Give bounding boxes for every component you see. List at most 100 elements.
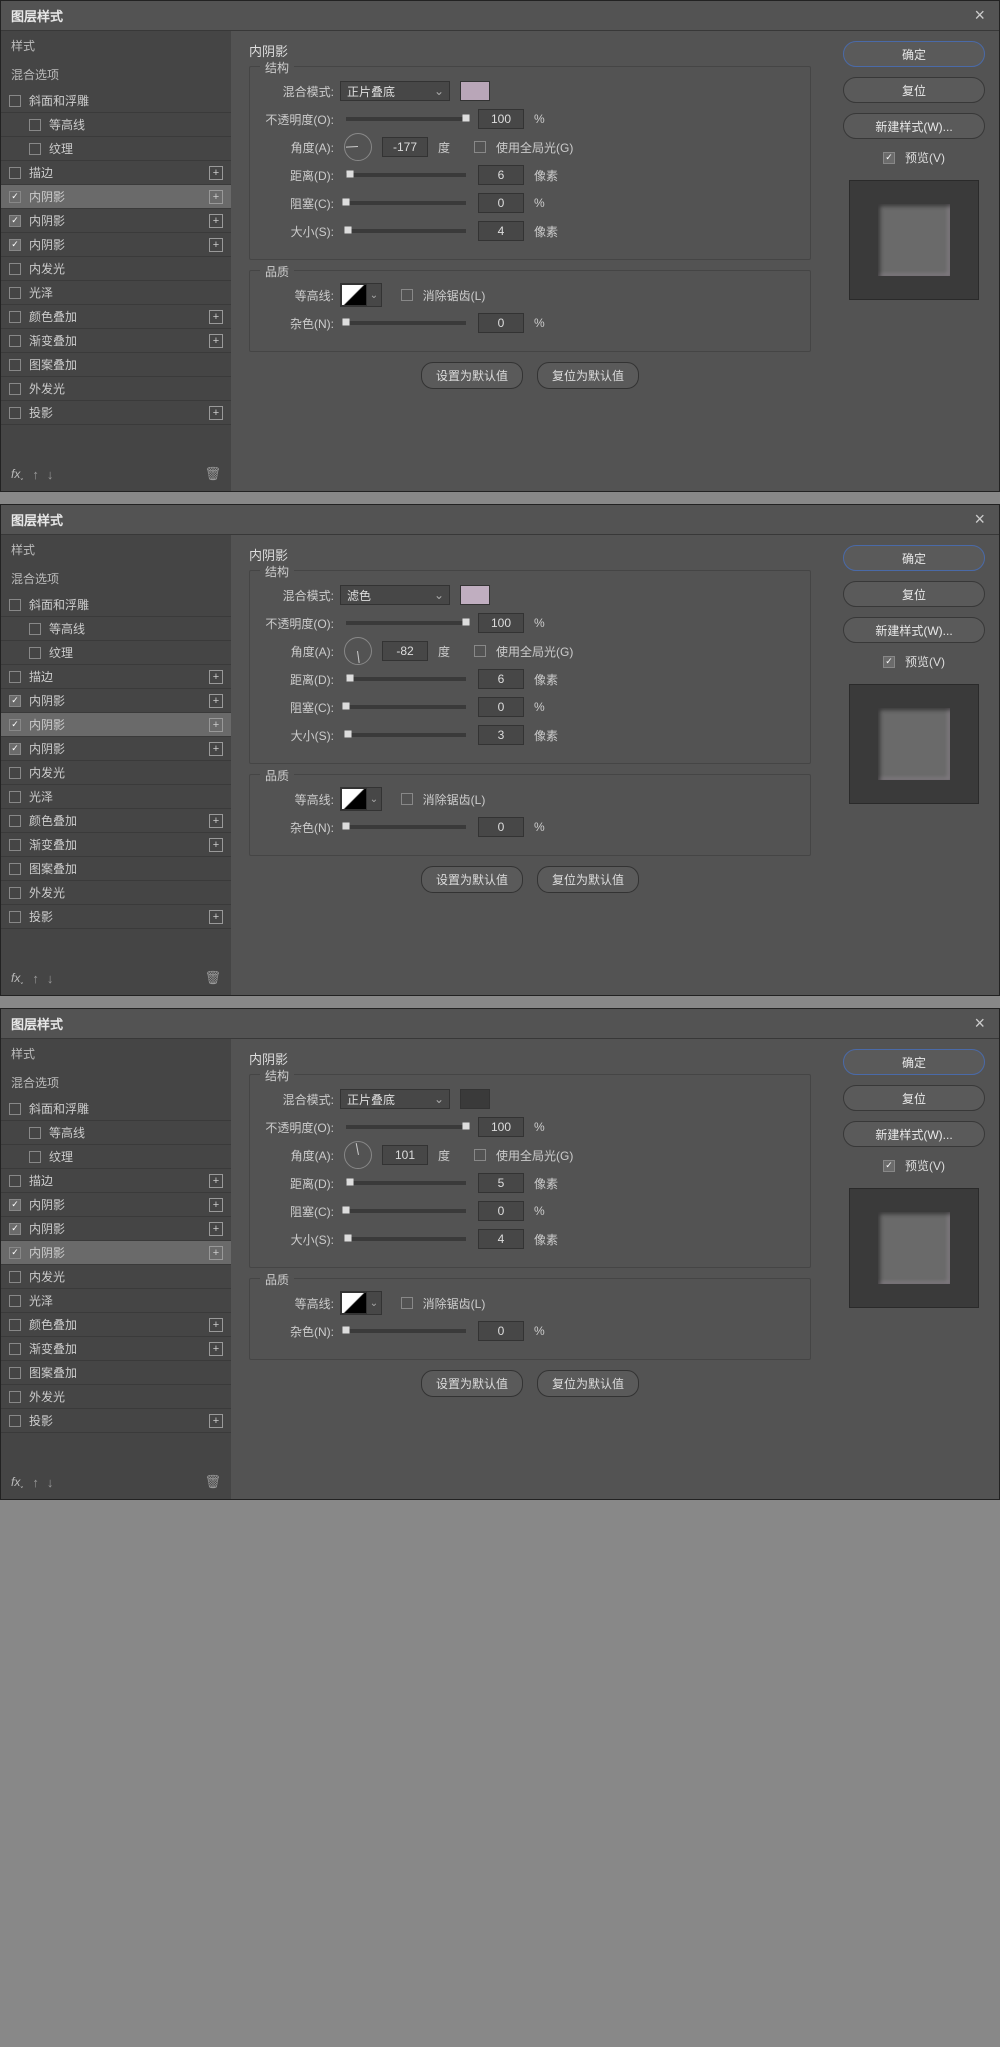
chevron-down-icon[interactable]: ⌄ (367, 284, 381, 306)
add-effect-icon[interactable]: + (209, 1318, 223, 1332)
preview-checkbox[interactable] (883, 152, 895, 164)
shadow-color-swatch[interactable] (460, 585, 490, 605)
global-light-checkbox[interactable] (474, 141, 486, 153)
style-checkbox[interactable] (9, 1247, 21, 1259)
choke-slider[interactable] (346, 201, 466, 205)
opacity-slider[interactable] (346, 621, 466, 625)
style-item[interactable]: 描边+ (1, 161, 231, 185)
style-checkbox[interactable] (29, 1151, 41, 1163)
style-checkbox[interactable] (29, 623, 41, 635)
style-item[interactable]: 图案叠加 (1, 857, 231, 881)
noise-slider[interactable] (346, 1329, 466, 1333)
close-icon[interactable]: × (970, 509, 989, 530)
noise-slider[interactable] (346, 321, 466, 325)
reset-default-button[interactable]: 复位为默认值 (537, 1370, 639, 1397)
style-item[interactable]: 光泽 (1, 785, 231, 809)
distance-input[interactable]: 6 (478, 165, 524, 185)
style-item[interactable]: 纹理 (1, 137, 231, 161)
distance-input[interactable]: 5 (478, 1173, 524, 1193)
blend-options[interactable]: 混合选项 (1, 564, 231, 593)
style-checkbox[interactable] (9, 791, 21, 803)
up-icon[interactable]: ↑ (32, 1475, 39, 1490)
style-checkbox[interactable] (9, 407, 21, 419)
new-style-button[interactable]: 新建样式(W)... (843, 617, 985, 643)
down-icon[interactable]: ↓ (47, 1475, 54, 1490)
style-checkbox[interactable] (9, 287, 21, 299)
opacity-slider[interactable] (346, 117, 466, 121)
style-checkbox[interactable] (9, 743, 21, 755)
style-checkbox[interactable] (9, 263, 21, 275)
style-checkbox[interactable] (9, 95, 21, 107)
style-checkbox[interactable] (29, 119, 41, 131)
style-checkbox[interactable] (9, 1223, 21, 1235)
antialias-checkbox[interactable] (401, 1297, 413, 1309)
style-checkbox[interactable] (29, 143, 41, 155)
add-effect-icon[interactable]: + (209, 814, 223, 828)
style-item[interactable]: 内阴影+ (1, 737, 231, 761)
style-item[interactable]: 投影+ (1, 1409, 231, 1433)
add-effect-icon[interactable]: + (209, 838, 223, 852)
style-checkbox[interactable] (9, 1343, 21, 1355)
size-slider[interactable] (346, 1237, 466, 1241)
angle-input[interactable]: -82 (382, 641, 428, 661)
style-item[interactable]: 渐变叠加+ (1, 1337, 231, 1361)
close-icon[interactable]: × (970, 5, 989, 26)
add-effect-icon[interactable]: + (209, 406, 223, 420)
style-checkbox[interactable] (9, 335, 21, 347)
style-item[interactable]: 斜面和浮雕 (1, 89, 231, 113)
style-item[interactable]: 颜色叠加+ (1, 305, 231, 329)
add-effect-icon[interactable]: + (209, 214, 223, 228)
contour-picker[interactable]: ⌄ (340, 1291, 382, 1315)
noise-input[interactable]: 0 (478, 313, 524, 333)
choke-slider[interactable] (346, 705, 466, 709)
style-item[interactable]: 内发光 (1, 1265, 231, 1289)
cancel-button[interactable]: 复位 (843, 77, 985, 103)
new-style-button[interactable]: 新建样式(W)... (843, 1121, 985, 1147)
contour-picker[interactable]: ⌄ (340, 787, 382, 811)
reset-default-button[interactable]: 复位为默认值 (537, 362, 639, 389)
style-item[interactable]: 描边+ (1, 1169, 231, 1193)
angle-dial[interactable] (344, 133, 372, 161)
style-item[interactable]: 内发光 (1, 257, 231, 281)
add-effect-icon[interactable]: + (209, 166, 223, 180)
angle-input[interactable]: 101 (382, 1145, 428, 1165)
cancel-button[interactable]: 复位 (843, 1085, 985, 1111)
size-input[interactable]: 4 (478, 1229, 524, 1249)
style-item[interactable]: 图案叠加 (1, 353, 231, 377)
style-item[interactable]: 光泽 (1, 281, 231, 305)
add-effect-icon[interactable]: + (209, 238, 223, 252)
distance-slider[interactable] (346, 677, 466, 681)
style-checkbox[interactable] (9, 911, 21, 923)
up-icon[interactable]: ↑ (32, 467, 39, 482)
ok-button[interactable]: 确定 (843, 41, 985, 67)
style-checkbox[interactable] (9, 1367, 21, 1379)
style-item[interactable]: 内发光 (1, 761, 231, 785)
style-checkbox[interactable] (9, 887, 21, 899)
style-item[interactable]: 纹理 (1, 1145, 231, 1169)
blend-options[interactable]: 混合选项 (1, 1068, 231, 1097)
style-item[interactable]: 外发光 (1, 377, 231, 401)
opacity-input[interactable]: 100 (478, 613, 524, 633)
add-effect-icon[interactable]: + (209, 1246, 223, 1260)
trash-icon[interactable]: 🗑 (204, 466, 221, 482)
down-icon[interactable]: ↓ (47, 971, 54, 986)
style-checkbox[interactable] (9, 1199, 21, 1211)
style-checkbox[interactable] (9, 767, 21, 779)
size-slider[interactable] (346, 733, 466, 737)
opacity-slider[interactable] (346, 1125, 466, 1129)
choke-input[interactable]: 0 (478, 697, 524, 717)
style-checkbox[interactable] (9, 815, 21, 827)
opacity-input[interactable]: 100 (478, 109, 524, 129)
style-item[interactable]: 外发光 (1, 881, 231, 905)
chevron-down-icon[interactable]: ⌄ (367, 1292, 381, 1314)
add-effect-icon[interactable]: + (209, 742, 223, 756)
add-effect-icon[interactable]: + (209, 1174, 223, 1188)
close-icon[interactable]: × (970, 1013, 989, 1034)
angle-input[interactable]: -177 (382, 137, 428, 157)
distance-input[interactable]: 6 (478, 669, 524, 689)
style-item[interactable]: 外发光 (1, 1385, 231, 1409)
style-item[interactable]: 图案叠加 (1, 1361, 231, 1385)
style-item[interactable]: 内阴影+ (1, 689, 231, 713)
style-item[interactable]: 内阴影+ (1, 233, 231, 257)
style-checkbox[interactable] (9, 1175, 21, 1187)
